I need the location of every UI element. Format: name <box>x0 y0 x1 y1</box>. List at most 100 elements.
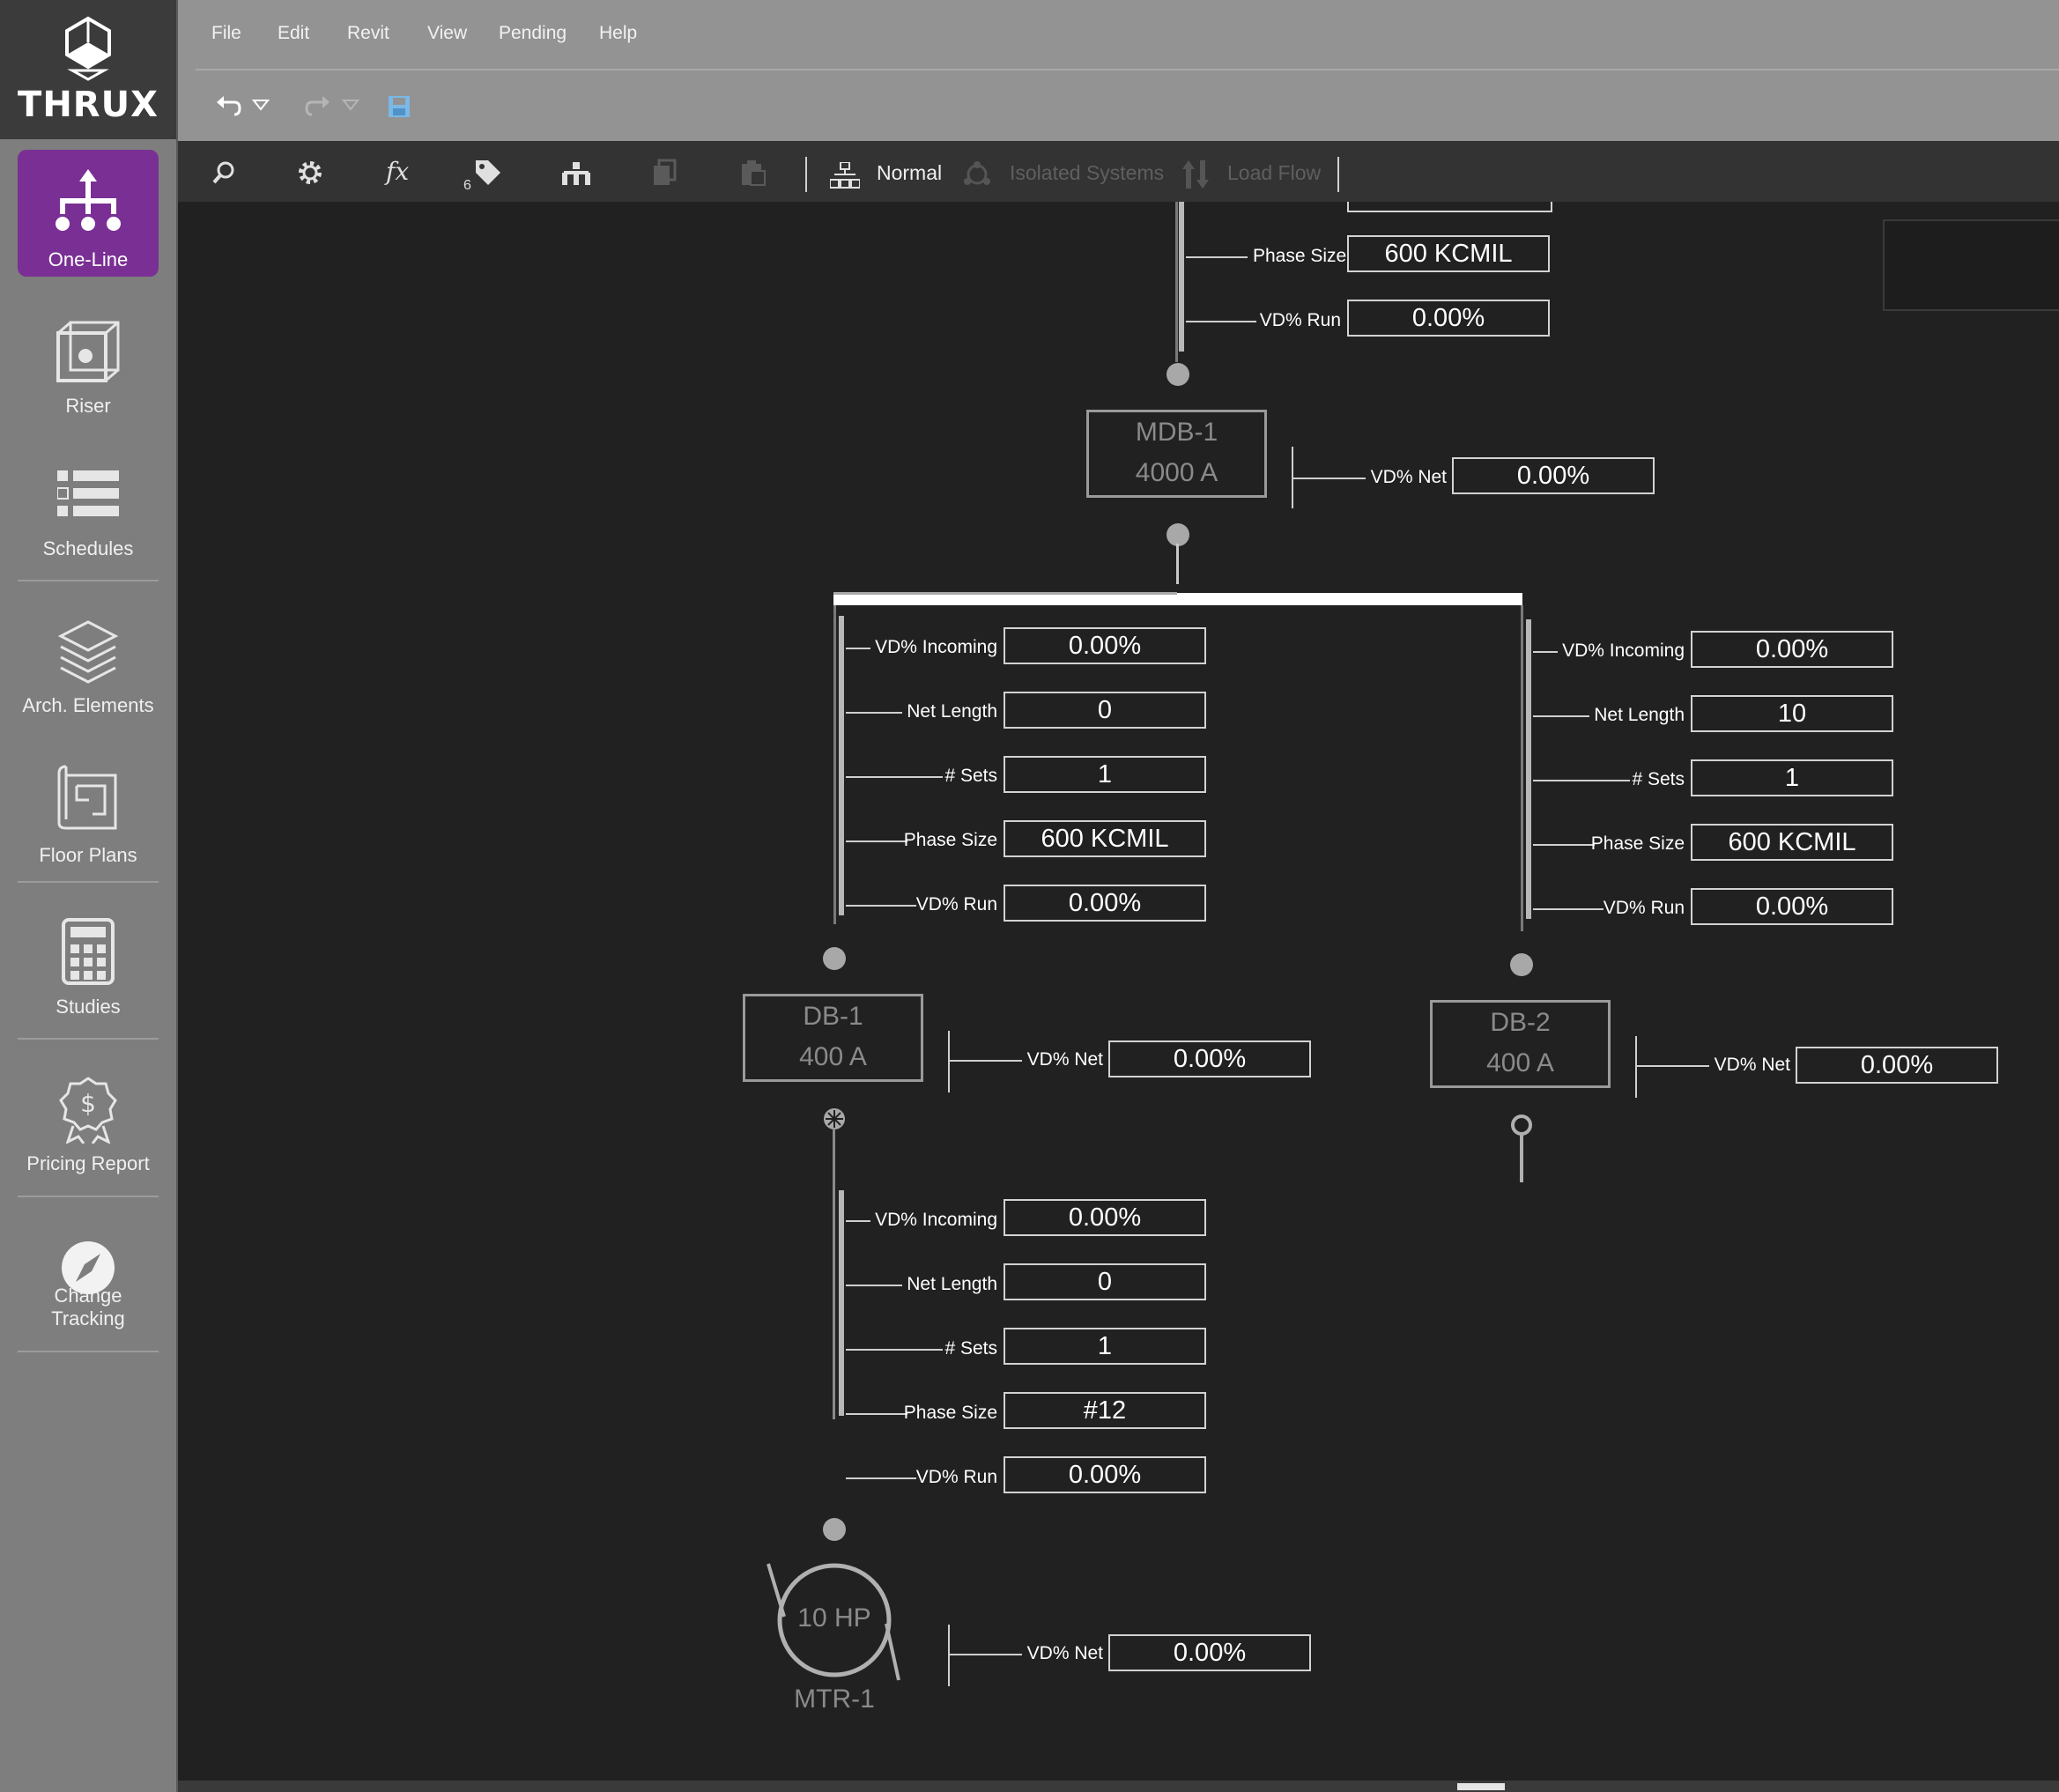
nav-schedules-label: Schedules <box>42 537 134 559</box>
nav-schedules[interactable]: Schedules <box>18 458 159 564</box>
horizontal-scrollbar[interactable] <box>178 1781 2059 1792</box>
undo-dropdown-icon[interactable] <box>252 99 270 111</box>
mtr1-vd-net-field[interactable]: 0.00% <box>1108 1634 1311 1671</box>
db1-rating: 400 A <box>799 1042 867 1071</box>
normal-view-icon[interactable] <box>830 162 860 189</box>
db2-feeder-vd-incoming-label: VD% Incoming <box>1562 641 1685 661</box>
feeder-conductor <box>833 1129 835 1419</box>
menu-revit[interactable]: Revit <box>347 23 389 44</box>
feeder-wire <box>839 616 844 915</box>
mode-normal[interactable]: Normal <box>877 161 942 185</box>
db1-feeder-vd-incoming-field[interactable]: 0.00% <box>1004 627 1206 664</box>
mtr1-feeder-vd-incoming-field[interactable]: 0.00% <box>1004 1199 1206 1236</box>
mtr1-feeder-sets-field[interactable]: 1 <box>1004 1328 1206 1365</box>
db2-feeder-net-length-field[interactable]: 10 <box>1691 695 1893 732</box>
side-panel <box>1883 219 2059 311</box>
tag-icon[interactable] <box>474 159 502 187</box>
logo: THRUX <box>0 0 176 139</box>
search-icon[interactable] <box>211 160 236 185</box>
connection-node[interactable] <box>1510 953 1533 976</box>
db2-name: DB-2 <box>1490 1008 1551 1037</box>
feeder-wire <box>1179 202 1184 352</box>
mdb1-vd-net-label: VD% Net <box>1370 467 1447 487</box>
field-leader <box>1186 321 1256 322</box>
vd-run-field[interactable]: 0.00% <box>1347 300 1550 337</box>
menu-help[interactable]: Help <box>599 23 637 44</box>
tag-count: 6 <box>463 178 471 193</box>
nav-divider <box>18 580 159 581</box>
logo-text: THRUX <box>18 85 159 125</box>
one-line-canvas[interactable]: Phase Size 600 KCMIL VD% Run 0.00% MDB-1… <box>178 202 2059 1792</box>
db1-feeder-sets-label: # Sets <box>944 766 997 786</box>
mdb1-panel[interactable]: MDB-1 4000 A <box>1086 410 1267 498</box>
db1-feeder-sets-field[interactable]: 1 <box>1004 756 1206 793</box>
feeder-conductor <box>1175 202 1178 362</box>
nav-change-tracking[interactable]: Change Tracking <box>18 1238 159 1352</box>
hierarchy-icon[interactable] <box>560 162 592 185</box>
bus-edge <box>833 592 1177 595</box>
toolbar-divider <box>805 157 807 192</box>
clipped-field-box <box>1347 202 1552 212</box>
mdb1-vd-net-field[interactable]: 0.00% <box>1452 457 1655 494</box>
field-bracket <box>1635 1036 1637 1098</box>
dollar-badge-icon: $ <box>59 1077 117 1144</box>
toolbar: fx 6 Normal Isolated Systems Load Flow <box>178 141 2059 202</box>
db2-feeder-phase-size-field[interactable]: 600 KCMIL <box>1691 824 1893 861</box>
undo-icon[interactable] <box>215 93 241 118</box>
toolbar-divider <box>1337 157 1339 192</box>
phase-size-field[interactable]: 600 KCMIL <box>1347 235 1550 272</box>
settings-gear-icon[interactable] <box>296 159 324 187</box>
db1-vd-net-label: VD% Net <box>1026 1049 1103 1070</box>
db2-panel[interactable]: DB-2 400 A <box>1430 1000 1611 1088</box>
sidebar: THRUX One-Line Riser Schedules Arch. Ele… <box>0 0 178 1792</box>
db1-feeder-vd-incoming-label: VD% Incoming <box>875 637 997 657</box>
nav-riser[interactable]: Riser <box>18 308 159 423</box>
menu-pending[interactable]: Pending <box>499 23 567 44</box>
load-flow-icon <box>1182 160 1209 189</box>
nav-arch-elements[interactable]: Arch. Elements <box>18 608 159 722</box>
db2-feeder-vd-incoming-field[interactable]: 0.00% <box>1691 631 1893 668</box>
mtr1-feeder-phase-size-field[interactable]: #12 <box>1004 1392 1206 1429</box>
feeder-wire <box>839 1190 844 1416</box>
db2-vd-net-field[interactable]: 0.00% <box>1796 1047 1998 1084</box>
menu-bar: File Edit Revit View Pending Help <box>178 0 2059 70</box>
db1-panel[interactable]: DB-1 400 A <box>743 994 923 1082</box>
db1-feeder-net-length-field[interactable]: 0 <box>1004 692 1206 729</box>
phase-size-label: Phase Size <box>1253 246 1347 266</box>
db2-feeder-sets-field[interactable]: 1 <box>1691 759 1893 796</box>
field-bracket <box>948 1031 950 1092</box>
connection-node[interactable] <box>823 1518 846 1541</box>
nav-floor-plans-label: Floor Plans <box>39 844 137 866</box>
db1-vd-net-field[interactable]: 0.00% <box>1108 1040 1311 1077</box>
mtr1-feeder-net-length-field[interactable]: 0 <box>1004 1263 1206 1300</box>
menu-view[interactable]: View <box>427 23 467 44</box>
save-icon[interactable] <box>388 95 411 118</box>
nav-divider <box>18 1351 159 1352</box>
mtr1-feeder-vd-run-label: VD% Run <box>915 1467 997 1487</box>
nav-one-line[interactable]: One-Line <box>18 150 159 277</box>
db2-feeder-vd-run-field[interactable]: 0.00% <box>1691 888 1893 925</box>
db1-name: DB-1 <box>803 1002 863 1031</box>
connection-node[interactable] <box>1167 363 1189 386</box>
function-fx-icon[interactable]: fx <box>384 157 416 187</box>
copy-icon <box>654 159 677 185</box>
db1-feeder-phase-size-field[interactable]: 600 KCMIL <box>1004 820 1206 857</box>
scrollbar-thumb[interactable] <box>1457 1783 1505 1790</box>
breaker-node-icon[interactable] <box>822 1107 847 1131</box>
nav-riser-label: Riser <box>65 395 111 417</box>
riser-cube-icon <box>56 321 120 382</box>
connection-node[interactable] <box>823 947 846 970</box>
nav-pricing-report[interactable]: $ Pricing Report <box>18 1075 159 1189</box>
mtr1-name: MTR-1 <box>794 1685 875 1714</box>
db1-feeder-phase-size-label: Phase Size <box>903 830 997 850</box>
menu-file[interactable]: File <box>211 23 241 44</box>
mtr1-feeder-vd-run-field[interactable]: 0.00% <box>1004 1456 1206 1493</box>
db2-vd-net-label: VD% Net <box>1714 1055 1790 1075</box>
feeder-conductor <box>833 605 836 924</box>
menu-edit[interactable]: Edit <box>278 23 309 44</box>
nav-studies[interactable]: Studies <box>18 916 159 1031</box>
nav-floor-plans[interactable]: Floor Plans <box>18 758 159 872</box>
db1-feeder-vd-run-field[interactable]: 0.00% <box>1004 885 1206 922</box>
mode-load-flow: Load Flow <box>1227 161 1322 184</box>
open-connection-icon[interactable] <box>1509 1114 1534 1184</box>
